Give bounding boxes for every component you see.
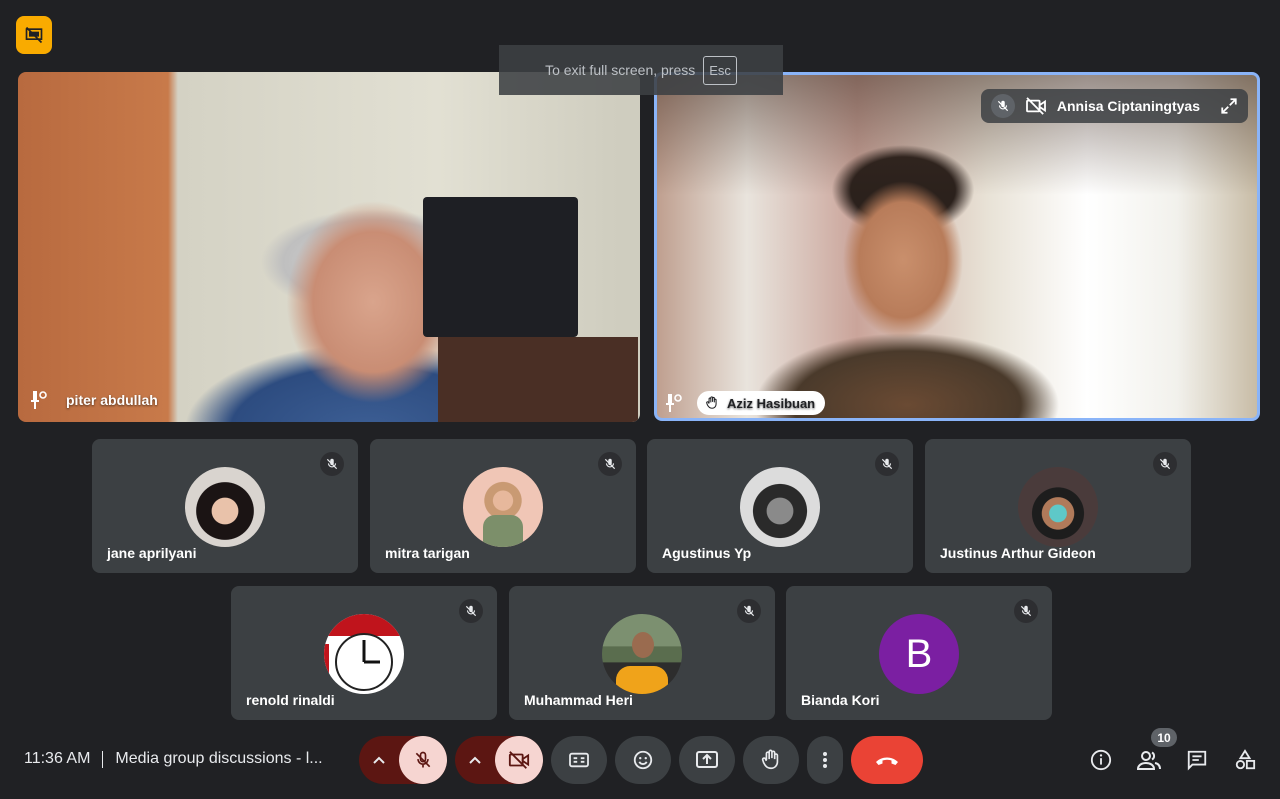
participant-name: Muhammad Heri	[524, 692, 633, 708]
avatar-initial: B	[879, 614, 959, 694]
overlay-name-box: Annisa Ciptaningtyas	[980, 89, 1248, 123]
fullscreen-toast: To exit full screen, press Esc	[499, 45, 783, 95]
participant-name: Bianda Kori	[801, 692, 880, 708]
raised-hand-chip: Aziz Hasibuan	[697, 391, 826, 415]
leave-call-button[interactable]	[851, 736, 923, 784]
mic-off-icon	[1014, 599, 1038, 623]
mic-off-icon	[320, 452, 344, 476]
presentation-off-badge[interactable]	[16, 16, 52, 54]
emoji-icon	[633, 750, 653, 770]
participant-name: Agustinus Yp	[662, 545, 752, 561]
pin-icon[interactable]	[30, 390, 48, 410]
chat-button[interactable]	[1181, 744, 1213, 776]
avatar	[740, 467, 820, 547]
info-icon	[1090, 749, 1112, 771]
tile-label: piter abdullah	[30, 390, 158, 410]
expand-icon[interactable]	[1220, 97, 1238, 115]
tile-label: Aziz Hasibuan	[665, 391, 826, 415]
mic-control-group	[359, 736, 447, 784]
hand-icon	[706, 396, 717, 409]
captions-icon	[569, 752, 589, 768]
no-presentation-icon	[25, 26, 43, 44]
chat-icon	[1187, 750, 1207, 771]
background-monitor	[423, 197, 578, 337]
participant-name: mitra tarigan	[385, 545, 470, 561]
clock-time: 11:36 AM	[24, 750, 91, 767]
reactions-button[interactable]	[615, 736, 671, 784]
avatar-letter: B	[905, 631, 933, 676]
chevron-up-icon	[469, 756, 481, 764]
call-end-icon	[876, 757, 898, 765]
shapes-icon	[1235, 749, 1256, 770]
avatar	[602, 614, 682, 694]
camera-off-icon	[1025, 97, 1046, 115]
activities-button[interactable]	[1229, 744, 1261, 776]
avatar	[324, 614, 404, 694]
clock-icon	[324, 614, 404, 691]
chevron-up-icon	[373, 756, 385, 764]
mic-off-icon	[990, 94, 1015, 118]
meeting-info: 11:36 AM Media group discussions - l...	[24, 750, 337, 768]
people-button[interactable]	[1133, 744, 1165, 776]
participant-tile[interactable]: Agustinus Yp	[647, 439, 913, 573]
more-vert-icon	[823, 752, 827, 768]
divider	[102, 750, 104, 768]
pin-icon[interactable]	[665, 393, 683, 413]
camera-off-icon	[508, 751, 530, 769]
present-screen-button[interactable]	[679, 736, 735, 784]
camera-toggle-button[interactable]	[495, 736, 543, 784]
people-icon	[1137, 751, 1161, 770]
participant-tile[interactable]: Justinus Arthur Gideon	[925, 439, 1191, 573]
participant-name: jane aprilyani	[107, 545, 197, 561]
mic-off-icon	[737, 599, 761, 623]
mic-off-icon	[598, 452, 622, 476]
avatar	[185, 467, 265, 547]
present-icon	[696, 751, 718, 768]
meeting-title[interactable]: Media group discussions - l...	[115, 750, 337, 768]
mic-off-icon	[875, 452, 899, 476]
audio-settings-button[interactable]	[359, 736, 399, 784]
mic-off-icon	[459, 599, 483, 623]
overlay-participant-name: Annisa Ciptaningtyas	[1056, 98, 1200, 114]
participant-name: renold rinaldi	[246, 692, 335, 708]
participant-tile[interactable]: renold rinaldi	[231, 586, 497, 720]
participant-tile[interactable]: B Bianda Kori	[786, 586, 1052, 720]
avatar	[463, 467, 543, 547]
esc-key: Esc	[703, 55, 737, 85]
raise-hand-button[interactable]	[743, 736, 799, 784]
participant-name: piter abdullah	[66, 392, 158, 408]
hand-icon	[761, 749, 779, 770]
video-tile-aziz[interactable]: Annisa Ciptaningtyas Aziz Hasibuan	[654, 72, 1260, 421]
mic-toggle-button[interactable]	[399, 736, 447, 784]
participant-tile[interactable]: Muhammad Heri	[509, 586, 775, 720]
participant-name: Aziz Hasibuan	[727, 395, 816, 411]
background-dresser	[438, 337, 638, 422]
participant-name: Justinus Arthur Gideon	[940, 545, 1096, 561]
avatar	[1018, 467, 1098, 547]
participant-tile[interactable]: jane aprilyani	[92, 439, 358, 573]
mic-off-icon	[1153, 452, 1177, 476]
camera-control-group	[455, 736, 543, 784]
video-tile-piter[interactable]: piter abdullah	[18, 72, 640, 422]
participant-tile[interactable]: mitra tarigan	[370, 439, 636, 573]
video-settings-button[interactable]	[455, 736, 495, 784]
mic-off-icon	[415, 751, 431, 768]
more-options-button[interactable]	[807, 736, 843, 784]
toast-text: To exit full screen, press	[545, 62, 696, 78]
meeting-details-button[interactable]	[1085, 744, 1117, 776]
captions-button[interactable]	[551, 736, 607, 784]
